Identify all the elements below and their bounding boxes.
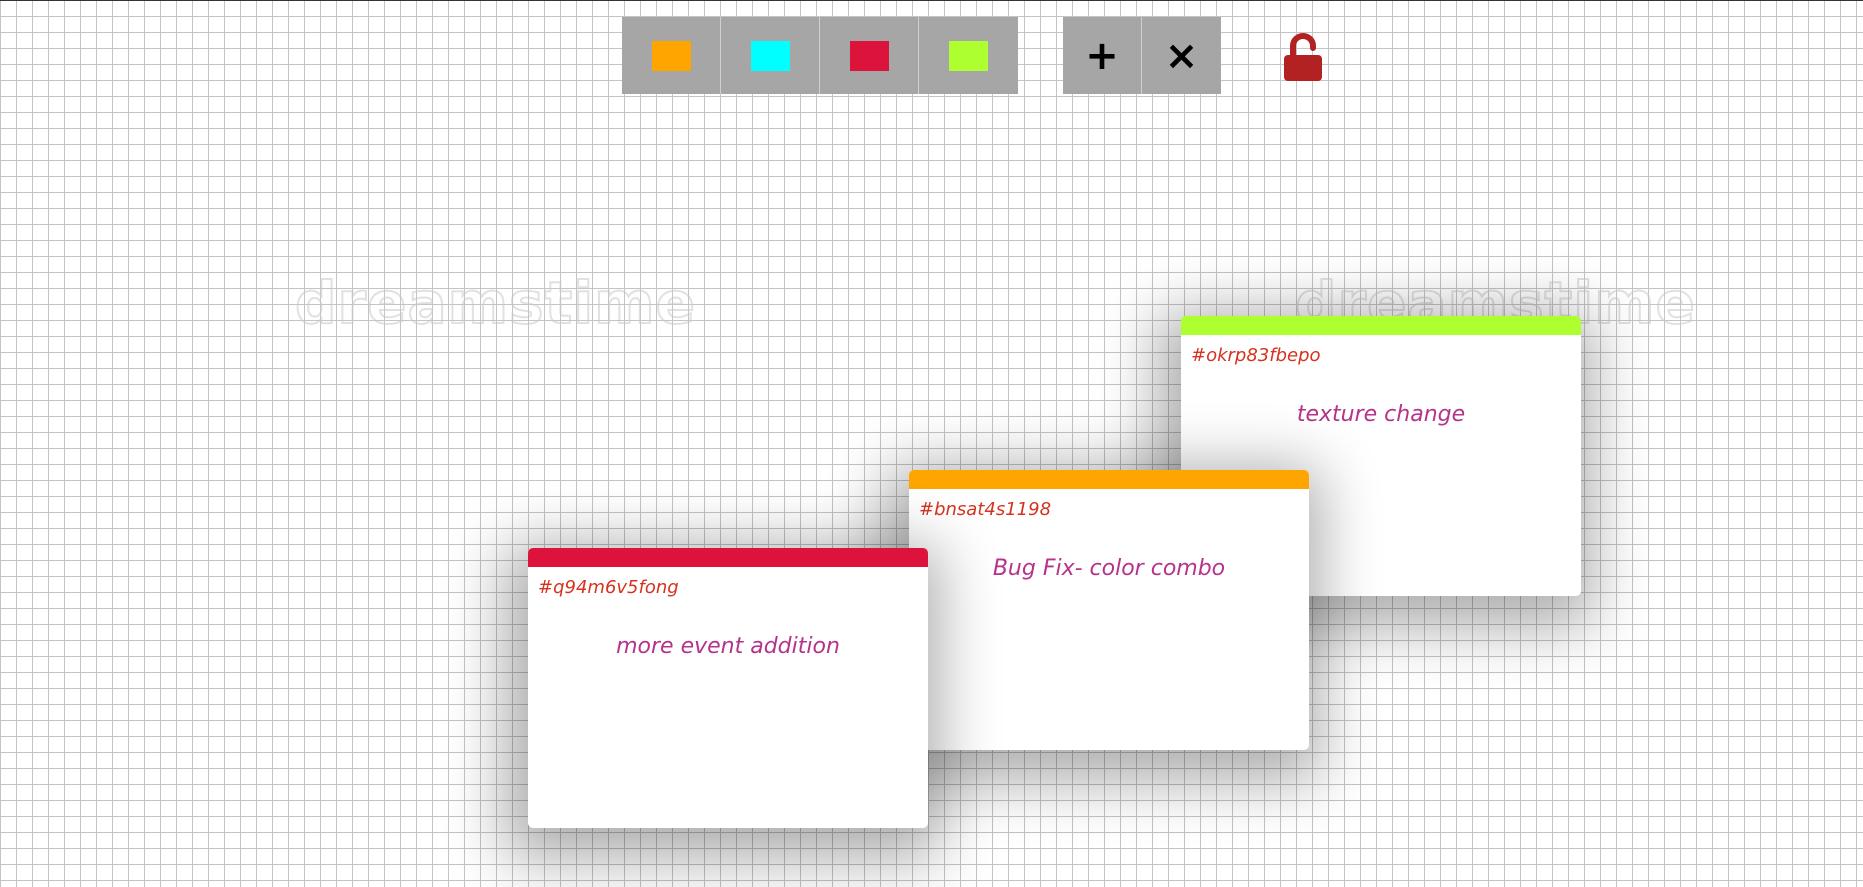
ticket-description[interactable]: Bug Fix- color combo bbox=[909, 556, 1309, 581]
ticket-card[interactable]: #q94m6v5fong more event addition bbox=[528, 548, 928, 828]
ticket-color-bar bbox=[528, 548, 928, 567]
color-filter-crimson-button[interactable] bbox=[820, 17, 919, 94]
ticket-id: #okrp83fbepo bbox=[1191, 345, 1321, 366]
color-filter-orange-button[interactable] bbox=[622, 17, 721, 94]
ticket-description[interactable]: texture change bbox=[1181, 402, 1581, 427]
green-swatch bbox=[949, 40, 988, 71]
watermark: dreamstime bbox=[294, 268, 696, 338]
cyan-swatch bbox=[750, 40, 790, 71]
color-filter-green-button[interactable] bbox=[919, 17, 1018, 94]
add-ticket-button[interactable]: + bbox=[1063, 17, 1142, 94]
ticket-color-bar bbox=[1181, 316, 1581, 335]
color-palette bbox=[622, 17, 1018, 94]
ticket-id: #q94m6v5fong bbox=[538, 577, 679, 598]
color-filter-cyan-button[interactable] bbox=[721, 17, 820, 94]
crimson-swatch bbox=[849, 40, 889, 71]
ticket-color-bar bbox=[909, 470, 1309, 489]
unlocked-lock-icon[interactable] bbox=[1280, 33, 1326, 83]
delete-ticket-button[interactable]: × bbox=[1142, 17, 1221, 94]
ticket-description[interactable]: more event addition bbox=[528, 634, 928, 659]
ticket-card[interactable]: #bnsat4s1198 Bug Fix- color combo bbox=[909, 470, 1309, 750]
ticket-id: #bnsat4s1198 bbox=[919, 499, 1052, 520]
orange-swatch bbox=[651, 40, 691, 71]
action-toolbar: + × bbox=[1063, 17, 1221, 94]
